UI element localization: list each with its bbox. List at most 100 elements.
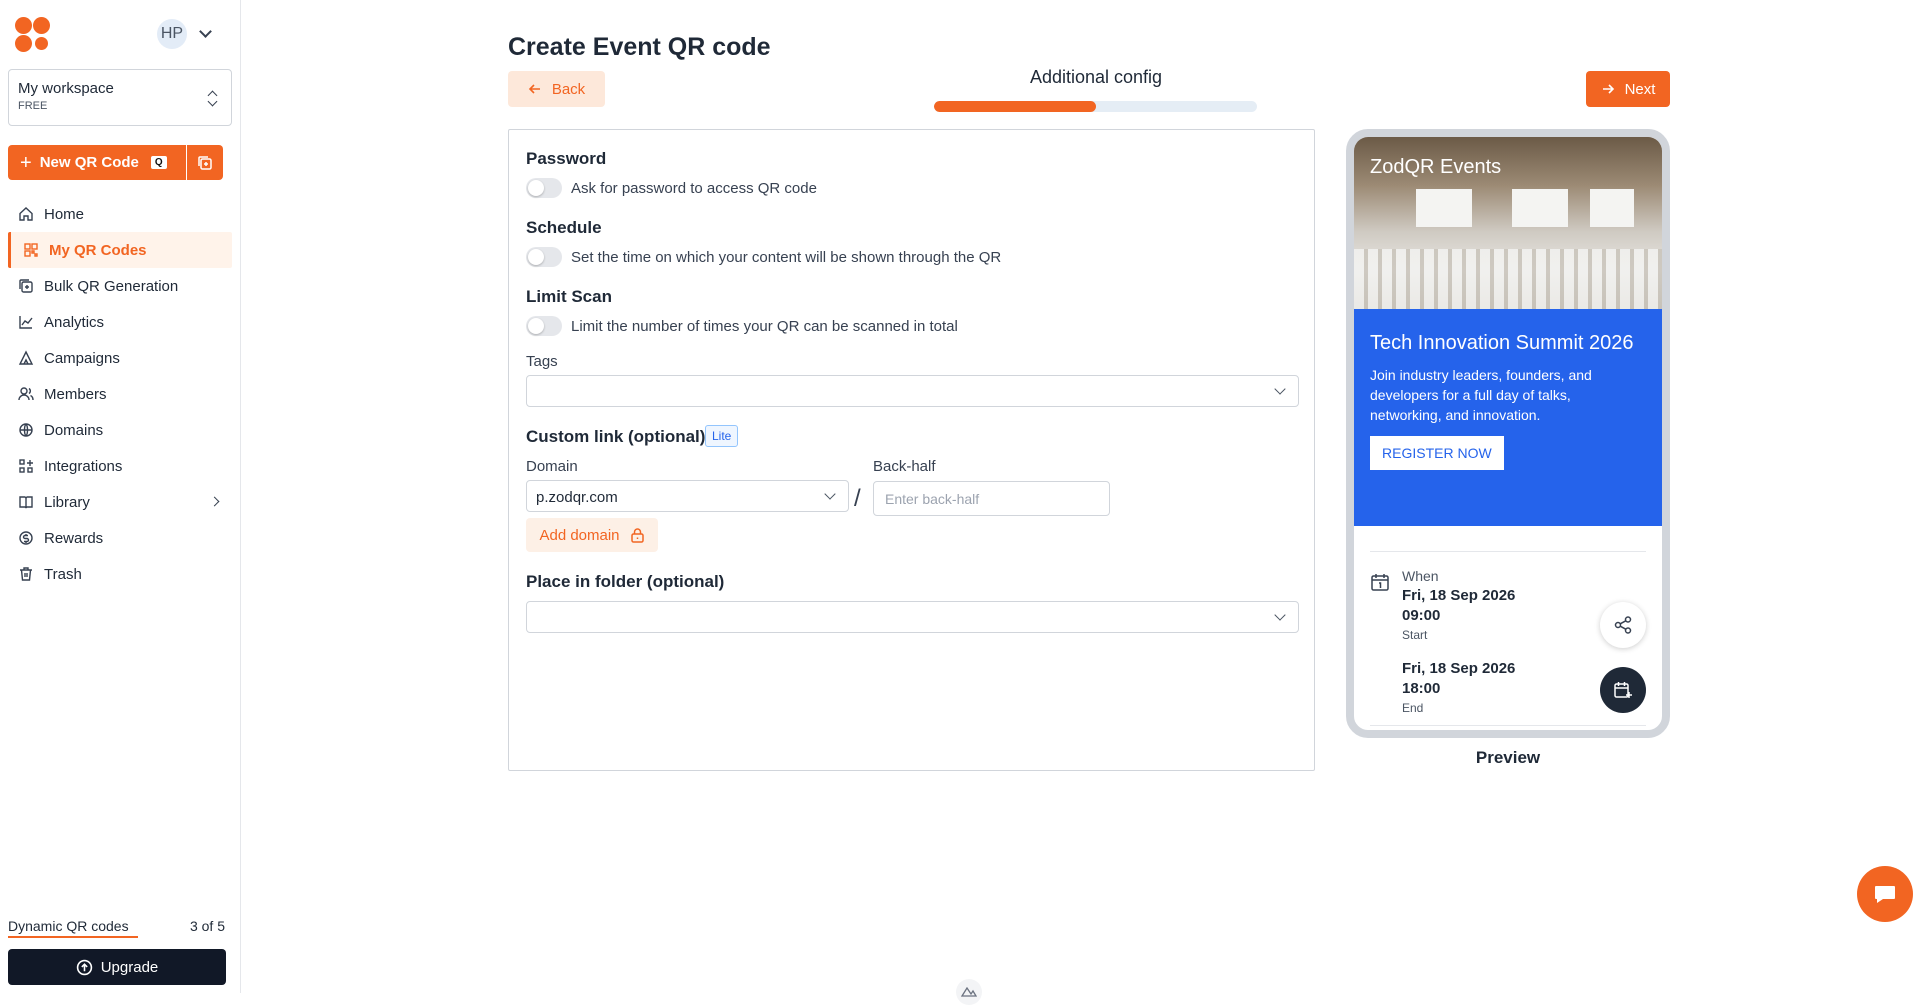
sidebar-item-label: Analytics [44,313,105,331]
sidebar-item-label: Domains [44,421,104,439]
upgrade-arrow-icon [76,959,92,975]
start-label: Start [1402,628,1428,642]
back-button[interactable]: Back [508,71,605,107]
end-datetime: Fri, 18 Sep 2026 18:00 [1402,660,1516,697]
rewards-icon [18,530,34,546]
step-label: Additional config [1029,67,1163,87]
path-separator: / [854,485,861,512]
copy-plus-icon [198,155,212,170]
sidebar-item-analytics[interactable]: Analytics [8,304,232,340]
folder-title: Place in folder (optional) [526,572,725,591]
chevron-down-icon [1274,609,1286,621]
chevron-right-icon[interactable] [209,496,220,507]
share-button[interactable] [1600,602,1646,648]
password-title: Password [526,149,607,168]
domain-value: p.zodqr.com [536,489,618,506]
domain-select[interactable]: p.zodqr.com [526,480,849,512]
globe-icon [18,422,34,438]
updown-chevron-icon [207,90,219,108]
arrow-left-icon [528,84,540,94]
folder-select[interactable] [526,601,1299,633]
preview-brand: ZodQR Events [1370,156,1502,178]
hero-seating-decor [1354,249,1662,309]
share-icon [1614,616,1632,634]
devtools-logo-icon[interactable] [956,979,982,1005]
sidebar-item-label: Rewards [44,529,104,547]
limit-scan-toggle-label: Limit the number of times your QR can be… [571,317,958,335]
sidebar-item-my-qr-codes[interactable]: My QR Codes [8,232,232,268]
chat-support-button[interactable] [1857,866,1913,922]
sidebar-nav: Home My QR Codes Bulk QR Generation Anal… [8,196,232,592]
event-info-block: Tech Innovation Summit 2026 Join industr… [1354,309,1662,526]
sidebar-item-label: Members [44,385,107,403]
avatar[interactable]: HP [157,19,187,49]
upgrade-button[interactable]: Upgrade [8,949,226,985]
domain-label: Domain [526,458,578,475]
new-qr-code-button[interactable]: + New QR Code Q [8,145,186,180]
shortcut-badge: Q [150,156,167,169]
step-progress-bar [934,101,1257,112]
event-title: Tech Innovation Summit 2026 [1370,332,1634,354]
hero-screen-decor [1590,189,1634,227]
sidebar-item-home[interactable]: Home [8,196,232,232]
bulk-icon [18,278,34,294]
event-hero-image: ZodQR Events [1354,137,1662,309]
sidebar-item-members[interactable]: Members [8,376,232,412]
chevron-down-icon[interactable] [199,25,212,38]
event-description: Join industry leaders, founders, and dev… [1370,367,1592,423]
home-icon [18,206,34,222]
password-toggle[interactable] [526,178,562,198]
register-now-button[interactable]: REGISTER NOW [1370,436,1504,470]
app-logo[interactable] [15,17,51,53]
quota-label: Dynamic QR codes [8,918,129,934]
calendar-plus-icon [1614,682,1632,698]
backhalf-label: Back-half [873,458,936,475]
sidebar-item-trash[interactable]: Trash [8,556,232,592]
plus-icon: + [20,151,32,174]
password-toggle-label: Ask for password to access QR code [571,179,817,197]
sidebar-item-label: Bulk QR Generation [44,277,179,295]
quota-progress-bar [8,936,138,938]
quota-info: Dynamic QR codes 3 of 5 [8,918,225,934]
add-domain-button[interactable]: Add domain [526,518,658,552]
next-button[interactable]: Next [1586,71,1670,107]
sidebar-item-domains[interactable]: Domains [8,412,232,448]
integrations-icon [18,458,34,474]
start-datetime: Fri, 18 Sep 2026 09:00 [1402,587,1516,624]
password-toggle-row: Ask for password to access QR code [526,178,817,198]
add-to-calendar-button[interactable] [1600,667,1646,713]
account-menu[interactable]: HP [157,19,212,49]
schedule-toggle[interactable] [526,247,562,267]
lite-badge: Lite [705,425,739,447]
bulk-create-button[interactable] [187,145,223,180]
workspace-switcher[interactable]: My workspace FREE [8,69,232,126]
sidebar-item-label: Campaigns [44,349,120,367]
sidebar-item-campaigns[interactable]: Campaigns [8,340,232,376]
phone-preview: ZodQR Events Tech Innovation Summit 2026… [1346,129,1670,738]
schedule-toggle-label: Set the time on which your content will … [571,248,1002,266]
sidebar-item-label: Integrations [44,457,123,475]
limit-scan-title: Limit Scan [526,287,612,306]
workspace-name: My workspace [18,80,114,97]
end-label: End [1402,701,1424,715]
backhalf-input[interactable] [873,481,1110,516]
trash-icon [18,566,34,582]
members-icon [18,386,34,402]
sidebar-item-library[interactable]: Library [8,484,232,520]
tags-select[interactable] [526,375,1299,407]
sidebar-item-rewards[interactable]: Rewards [8,520,232,556]
limit-scan-toggle-row: Limit the number of times your QR can be… [526,316,958,336]
custom-link-title: Custom link (optional) [526,427,706,446]
schedule-toggle-row: Set the time on which your content will … [526,247,1001,267]
limit-scan-toggle[interactable] [526,316,562,336]
hero-screen-decor [1416,189,1472,227]
sidebar: HP My workspace FREE + New QR Code Q Hom… [0,0,241,993]
config-form: Password Ask for password to access QR c… [508,129,1315,771]
back-label: Back [551,80,586,98]
sidebar-item-integrations[interactable]: Integrations [8,448,232,484]
quota-value: 3 of 5 [189,918,225,934]
sidebar-item-label: Trash [44,565,82,583]
chevron-down-icon [1274,383,1286,395]
sidebar-item-bulk-qr-generation[interactable]: Bulk QR Generation [8,268,232,304]
new-qr-code-label: New QR Code [39,154,139,171]
